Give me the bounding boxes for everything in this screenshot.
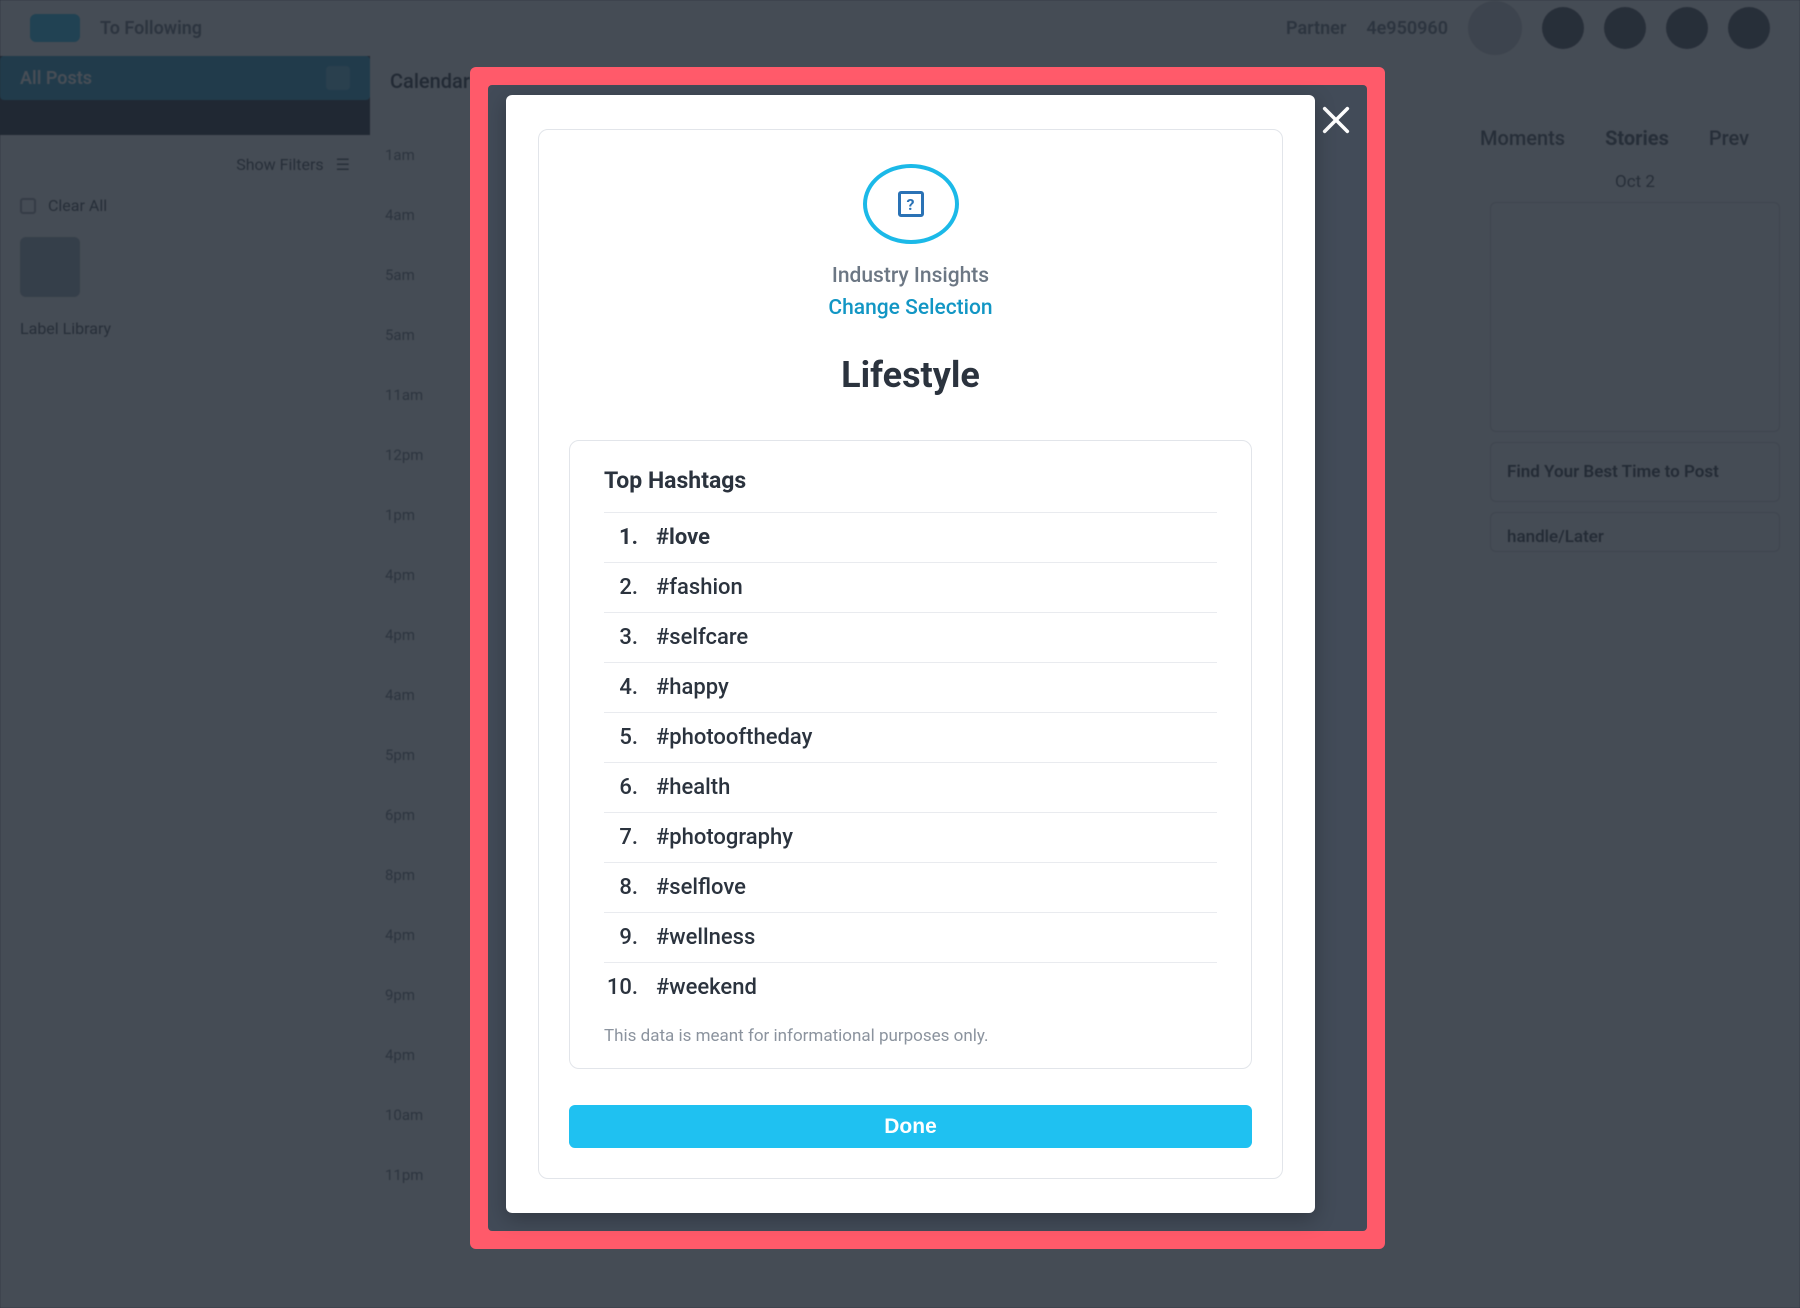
hashtag-row: 8. #selflove [604, 862, 1217, 912]
hashtag-row: 10. #weekend [604, 962, 1217, 1012]
hashtag-rank: 8. [604, 875, 638, 900]
hashtag-row: 5. #photooftheday [604, 712, 1217, 762]
hashtag-rank: 7. [604, 825, 638, 850]
hashtag-row: 2. #fashion [604, 562, 1217, 612]
hashtag-row: 1. #love [604, 512, 1217, 562]
hashtag-text: #photography [656, 825, 793, 850]
hashtag-text: #selflove [656, 875, 746, 900]
hashtag-text: #health [656, 775, 730, 800]
change-selection-link[interactable]: Change Selection [569, 296, 1252, 320]
hashtag-row: 6. #health [604, 762, 1217, 812]
question-icon: ? [898, 191, 924, 217]
hashtag-rank: 2. [604, 575, 638, 600]
modal-highlight-border: ? Industry Insights Change Selection Lif… [470, 67, 1385, 1249]
hashtag-list: 1. #love 2. #fashion 3. #selfcare 4. #happy 5. #p… [604, 512, 1217, 1012]
hashtag-text: #fashion [656, 575, 743, 600]
insight-icon: ? [863, 164, 959, 244]
hashtags-disclaimer: This data is meant for informational pur… [604, 1026, 1217, 1046]
hashtag-text: #selfcare [656, 625, 748, 650]
modal-content-card: ? Industry Insights Change Selection Lif… [538, 129, 1283, 1179]
done-button[interactable]: Done [569, 1105, 1252, 1148]
hashtags-title: Top Hashtags [604, 467, 1217, 512]
hashtag-rank: 3. [604, 625, 638, 650]
hashtags-card: Top Hashtags 1. #love 2. #fashion 3. #selfcar… [569, 440, 1252, 1069]
hashtag-rank: 9. [604, 925, 638, 950]
hashtag-row: 3. #selfcare [604, 612, 1217, 662]
close-button[interactable] [1319, 103, 1353, 137]
hashtag-text: #happy [656, 675, 729, 700]
hashtag-text: #wellness [656, 925, 755, 950]
hashtag-text: #love [656, 525, 710, 550]
hashtag-row: 7. #photography [604, 812, 1217, 862]
hashtag-rank: 10. [604, 975, 638, 1000]
modal-dialog: ? Industry Insights Change Selection Lif… [506, 95, 1315, 1213]
hashtag-rank: 6. [604, 775, 638, 800]
hashtag-text: #weekend [656, 975, 757, 1000]
hashtag-row: 9. #wellness [604, 912, 1217, 962]
modal-outer: ? Industry Insights Change Selection Lif… [488, 85, 1367, 1231]
hashtag-text: #photooftheday [656, 725, 812, 750]
hashtag-rank: 4. [604, 675, 638, 700]
modal-subtitle: Industry Insights [569, 264, 1252, 288]
hashtag-row: 4. #happy [604, 662, 1217, 712]
hashtag-rank: 5. [604, 725, 638, 750]
close-icon [1319, 103, 1353, 137]
hashtag-rank: 1. [604, 525, 638, 550]
modal-category-title: Lifestyle [569, 354, 1252, 396]
